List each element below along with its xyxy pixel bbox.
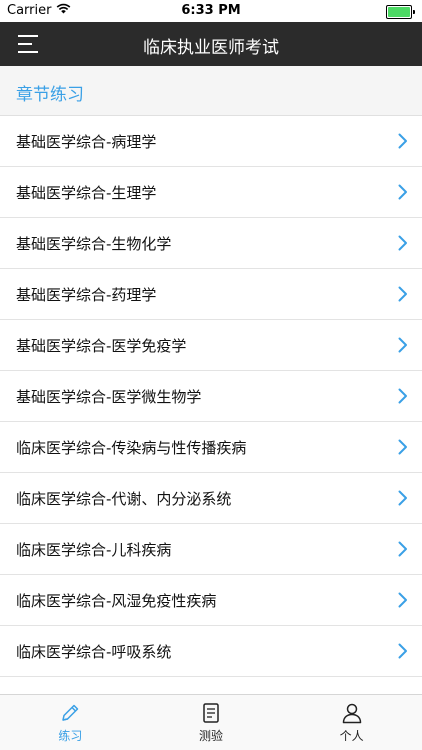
chapter-row[interactable]: 临床医学综合-风湿免疫性疾病 bbox=[0, 575, 422, 626]
tab-practice[interactable]: 练习 bbox=[0, 695, 141, 750]
chapter-label: 临床医学综合-风湿免疫性疾病 bbox=[16, 592, 217, 610]
chapter-row[interactable]: 临床医学综合-代谢、内分泌系统 bbox=[0, 473, 422, 524]
chevron-right-icon bbox=[398, 490, 408, 506]
chevron-right-icon bbox=[398, 337, 408, 353]
tab-profile[interactable]: 个人 bbox=[281, 695, 422, 750]
chevron-right-icon bbox=[398, 541, 408, 557]
tab-quiz[interactable]: 测验 bbox=[141, 695, 282, 750]
chevron-right-icon bbox=[398, 184, 408, 200]
chevron-right-icon bbox=[398, 439, 408, 455]
chapter-row[interactable]: 基础医学综合-医学微生物学 bbox=[0, 371, 422, 422]
chapter-label: 基础医学综合-药理学 bbox=[16, 286, 157, 304]
chapter-row[interactable]: 临床医学综合-呼吸系统 bbox=[0, 626, 422, 677]
tab-quiz-label: 测验 bbox=[199, 729, 224, 743]
chapter-label: 临床医学综合-儿科疾病 bbox=[16, 541, 172, 559]
chapter-row[interactable]: 基础医学综合-病理学 bbox=[0, 116, 422, 167]
chevron-right-icon bbox=[398, 643, 408, 659]
chevron-right-icon bbox=[398, 388, 408, 404]
status-time: 6:33 PM bbox=[181, 3, 241, 18]
chapter-label: 临床医学综合-代谢、内分泌系统 bbox=[16, 490, 232, 508]
battery-tip bbox=[413, 10, 415, 14]
status-bar: Carrier 6:33 PM bbox=[0, 0, 422, 22]
pencil-icon bbox=[58, 701, 82, 725]
chapter-label: 基础医学综合-医学免疫学 bbox=[16, 337, 187, 355]
chapter-row[interactable]: 基础医学综合-药理学 bbox=[0, 269, 422, 320]
chevron-right-icon bbox=[398, 286, 408, 302]
chevron-right-icon bbox=[398, 133, 408, 149]
person-icon bbox=[340, 701, 364, 725]
document-icon bbox=[199, 701, 223, 725]
chapter-row[interactable]: 基础医学综合-生理学 bbox=[0, 167, 422, 218]
chevron-right-icon bbox=[398, 592, 408, 608]
status-right bbox=[386, 5, 415, 19]
app-screen: Carrier 6:33 PM 临床执业医师考试 章节练习 基础医学综合-病理学… bbox=[0, 0, 422, 750]
chapter-label: 基础医学综合-生物化学 bbox=[16, 235, 172, 253]
chapter-label: 基础医学综合-生理学 bbox=[16, 184, 157, 202]
chapter-list: 基础医学综合-病理学 基础医学综合-生理学 基础医学综合-生物化学 基础医学综合-药理… bbox=[0, 116, 422, 694]
chapter-row[interactable]: 临床医学综合-传染病与性传播疾病 bbox=[0, 422, 422, 473]
navigation-bar: 临床执业医师考试 bbox=[0, 22, 422, 66]
chapter-row[interactable]: 临床医学综合-儿科疾病 bbox=[0, 524, 422, 575]
battery-level bbox=[388, 7, 410, 17]
chevron-right-icon bbox=[398, 235, 408, 251]
chapter-label: 临床医学综合-呼吸系统 bbox=[16, 643, 172, 661]
section-title: 章节练习 bbox=[16, 85, 84, 105]
section-header: 章节练习 bbox=[0, 66, 422, 116]
chapter-label: 临床医学综合-传染病与性传播疾病 bbox=[16, 439, 247, 457]
chapter-label: 基础医学综合-医学微生物学 bbox=[16, 388, 202, 406]
page-title: 临床执业医师考试 bbox=[143, 38, 279, 58]
chapter-label: 基础医学综合-病理学 bbox=[16, 133, 157, 151]
battery-icon bbox=[386, 5, 412, 19]
chapter-row[interactable]: 基础医学综合-生物化学 bbox=[0, 218, 422, 269]
tab-bar: 练习 测验 个人 bbox=[0, 694, 422, 750]
chapter-row[interactable]: 基础医学综合-医学免疫学 bbox=[0, 320, 422, 371]
tab-practice-label: 练习 bbox=[58, 729, 83, 743]
tab-profile-label: 个人 bbox=[339, 729, 364, 743]
